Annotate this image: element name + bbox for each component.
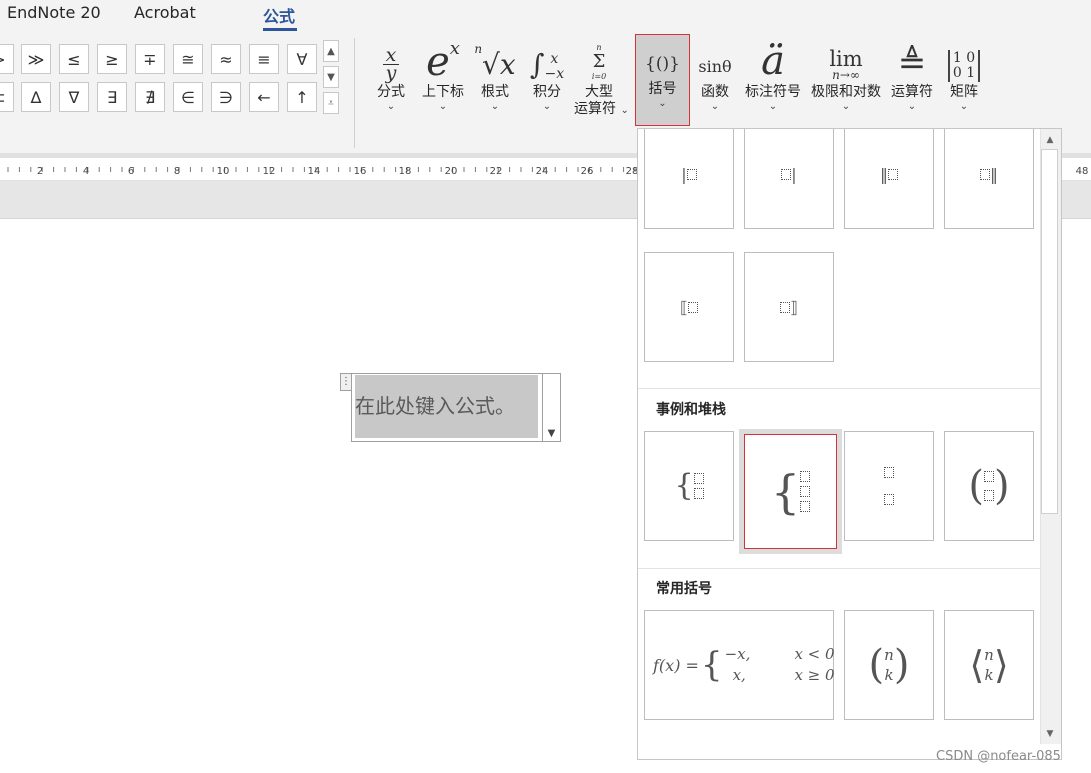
ruler-label: 20 bbox=[445, 166, 458, 177]
ruler-label: 14 bbox=[308, 166, 321, 177]
superscript-icon: e x bbox=[426, 38, 460, 85]
chevron-down-icon: ⌄ bbox=[658, 98, 667, 109]
limit-log-button[interactable]: lim n→∞ 极限和对数 ⌄ bbox=[807, 36, 885, 128]
large-operator-button[interactable]: n Σ i=0 大型 运算符 ⌄ bbox=[574, 36, 629, 128]
bracket-button[interactable]: {()} 括号 ⌄ bbox=[635, 34, 690, 126]
scrollbar-thumb[interactable] bbox=[1041, 149, 1058, 514]
symbol-button[interactable]: ≡ bbox=[249, 44, 279, 74]
equation-options-chevron-icon[interactable]: ▼ bbox=[542, 374, 560, 441]
fraction-icon: x y bbox=[372, 36, 410, 83]
operator-button[interactable]: ≜ 运算符 ⌄ bbox=[888, 36, 936, 128]
ruler-label: 10 bbox=[217, 166, 230, 177]
ribbon-separator bbox=[354, 38, 355, 148]
bracket-option-right-white-square[interactable]: ⟧ bbox=[744, 252, 834, 362]
tab-endnote[interactable]: EndNote 20 bbox=[7, 3, 101, 22]
bracket-icon: {()} bbox=[645, 54, 680, 74]
ruler-label: 12 bbox=[263, 166, 276, 177]
symbol-button[interactable]: ↑ bbox=[287, 82, 317, 112]
stack-option-two[interactable] bbox=[844, 431, 934, 541]
chevron-down-icon: ⌄ bbox=[438, 101, 448, 112]
matrix-icon: 1 0 0 1 bbox=[944, 36, 984, 82]
tab-formula[interactable]: 公式 bbox=[263, 3, 295, 27]
ruler-label: 6 bbox=[128, 166, 134, 177]
radical-icon: n √x bbox=[474, 42, 516, 81]
chevron-down-icon: ⌄ bbox=[768, 101, 778, 112]
scroll-down-icon[interactable]: ▼ bbox=[1042, 726, 1058, 742]
piecewise-function-option[interactable]: f(x) = { −x, x < 0 x, x ≥ 0 bbox=[644, 610, 835, 720]
active-tab-indicator bbox=[263, 28, 297, 31]
chevron-down-icon: ⌄ bbox=[542, 101, 552, 112]
bracket-option-right-double-bar[interactable]: ‖ bbox=[944, 129, 1034, 229]
ruler-label: 48 bbox=[1076, 166, 1089, 177]
limit-icon: lim n→∞ bbox=[829, 47, 863, 83]
watermark: CSDN @nofear-085 bbox=[936, 749, 1061, 764]
symbol-button[interactable]: ≈ bbox=[211, 44, 241, 74]
symbol-button[interactable]: ∀ bbox=[287, 44, 317, 74]
section-title-common: 常用括号 bbox=[656, 581, 712, 597]
symbol-button[interactable]: ≅ bbox=[173, 44, 203, 74]
chevron-down-icon: ⌄ bbox=[710, 101, 720, 112]
symbol-button[interactable]: ∃ bbox=[97, 82, 127, 112]
cases-option-two[interactable]: { bbox=[644, 431, 734, 541]
symbol-button[interactable]: ∆ bbox=[21, 82, 51, 112]
function-button[interactable]: sinθ 函数 ⌄ bbox=[695, 36, 735, 128]
chevron-down-icon: ⌄ bbox=[907, 101, 917, 112]
bracket-option-left-white-square[interactable]: ⟦ bbox=[644, 252, 734, 362]
ruler-label: 8 bbox=[174, 166, 180, 177]
ruler-label: 16 bbox=[354, 166, 367, 177]
scroll-up-icon[interactable]: ▲ bbox=[1042, 132, 1058, 148]
chevron-down-icon: ⌄ bbox=[841, 101, 851, 112]
section-title-cases: 事例和堆栈 bbox=[656, 402, 726, 418]
symbol-button[interactable]: ⊂ bbox=[0, 82, 14, 112]
accent-icon: ä bbox=[761, 38, 785, 84]
bracket-option-left-double-bar[interactable]: ‖ bbox=[844, 129, 934, 229]
symbol-button[interactable]: ≥ bbox=[97, 44, 127, 74]
equation-input[interactable]: 在此处键入公式。 bbox=[355, 375, 538, 438]
ruler-label: 22 bbox=[490, 166, 503, 177]
radical-button[interactable]: n √x 根式 ⌄ bbox=[474, 36, 516, 128]
symbol-button[interactable]: ← bbox=[249, 82, 279, 112]
cases-option-three[interactable]: { bbox=[739, 429, 842, 554]
gallery-scroll-down-icon[interactable]: ▼ bbox=[323, 66, 339, 88]
accent-button[interactable]: ä 标注符号 ⌄ bbox=[741, 36, 805, 128]
ruler-label: 24 bbox=[536, 166, 549, 177]
integral-icon: ∫ x −x bbox=[529, 48, 565, 82]
symbol-button[interactable]: > bbox=[0, 44, 14, 74]
gallery-scroll-up-icon[interactable]: ▲ bbox=[323, 40, 339, 62]
bracket-gallery-panel: | | ‖ ‖ ⟦ ⟧ 事例和堆栈 { { ( ) 常用括号 f(x) = { … bbox=[637, 128, 1062, 760]
binomial-angle-option[interactable]: ⟨ nk ⟩ bbox=[944, 610, 1034, 720]
symbol-button[interactable]: ∇ bbox=[59, 82, 89, 112]
matrix-button[interactable]: 1 0 0 1 矩阵 ⌄ bbox=[944, 36, 984, 128]
summation-icon: n Σ i=0 bbox=[591, 43, 607, 81]
symbol-button[interactable]: ∄ bbox=[135, 82, 165, 112]
symbol-button[interactable]: ∋ bbox=[211, 82, 241, 112]
symbol-button[interactable]: ≤ bbox=[59, 44, 89, 74]
fraction-button[interactable]: x y 分式 ⌄ bbox=[372, 36, 410, 128]
gallery-more-icon[interactable]: ⩡ bbox=[323, 92, 339, 114]
ruler-label: 26 bbox=[581, 166, 594, 177]
symbol-gallery: > ≫ ≤ ≥ ∓ ≅ ≈ ≡ ∀ ⊂ ∆ ∇ ∃ ∄ ∈ ∋ ← ↑ ▲ ▼ … bbox=[0, 40, 340, 120]
bracket-option-left-bar[interactable]: | bbox=[644, 129, 734, 229]
chevron-down-icon: ⌄ bbox=[490, 101, 500, 112]
tab-acrobat[interactable]: Acrobat bbox=[134, 3, 196, 22]
integral-button[interactable]: ∫ x −x 积分 ⌄ bbox=[526, 36, 568, 128]
symbol-button[interactable]: ∈ bbox=[173, 82, 203, 112]
symbol-button[interactable]: ≫ bbox=[21, 44, 51, 74]
ruler-label: 4 bbox=[83, 166, 89, 177]
binomial-paren-option[interactable]: ( nk ) bbox=[844, 610, 934, 720]
stack-option-parentheses[interactable]: ( ) bbox=[944, 431, 1034, 541]
ruler-label: 18 bbox=[399, 166, 412, 177]
function-icon: sinθ bbox=[698, 57, 732, 76]
chevron-down-icon: ⌄ bbox=[620, 105, 629, 116]
symbol-button[interactable]: ∓ bbox=[135, 44, 165, 74]
bracket-option-right-bar[interactable]: | bbox=[744, 129, 834, 229]
chevron-down-icon: ⌄ bbox=[959, 101, 969, 112]
operator-icon: ≜ bbox=[897, 43, 927, 83]
ruler-label: 2 bbox=[37, 166, 43, 177]
section-divider bbox=[638, 388, 1041, 389]
section-divider bbox=[638, 568, 1041, 569]
chevron-down-icon: ⌄ bbox=[386, 101, 396, 112]
script-button[interactable]: e x 上下标 ⌄ bbox=[418, 36, 468, 128]
